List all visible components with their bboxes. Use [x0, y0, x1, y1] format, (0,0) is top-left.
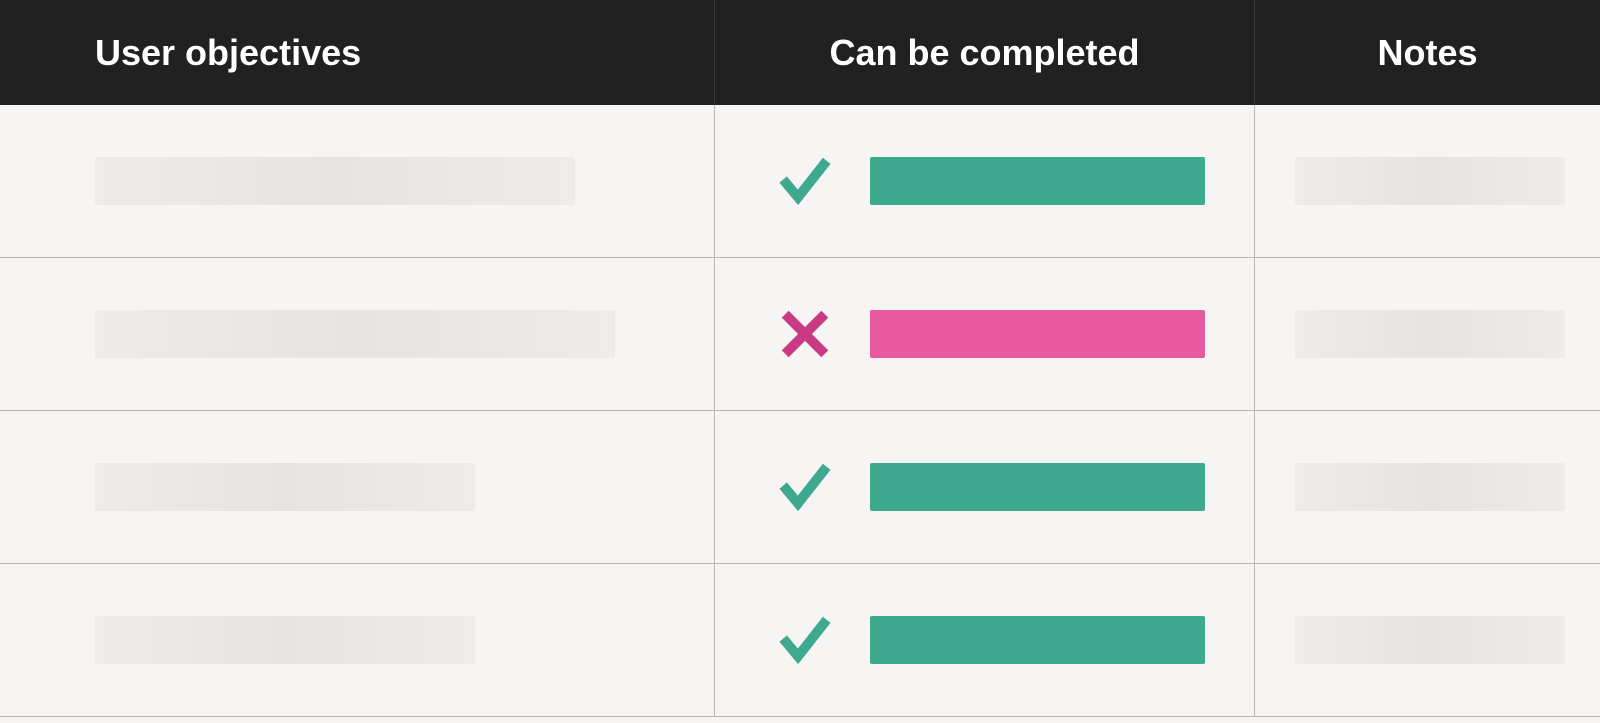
- table-cell-status: [715, 105, 1255, 258]
- table-cell-objective: [0, 411, 715, 564]
- placeholder-block: [95, 310, 615, 358]
- header-label: Can be completed: [829, 32, 1139, 74]
- table-cell-notes: [1255, 258, 1600, 411]
- placeholder-block: [95, 157, 575, 205]
- table-cell-status: [715, 258, 1255, 411]
- column-header-notes: Notes: [1255, 0, 1600, 105]
- table-cell-notes: [1255, 564, 1600, 717]
- placeholder-block: [95, 463, 475, 511]
- table-cell-status: [715, 564, 1255, 717]
- header-label: Notes: [1377, 32, 1477, 74]
- status-bar-pass: [870, 616, 1205, 664]
- placeholder-block: [95, 616, 475, 664]
- placeholder-block: [1295, 157, 1565, 205]
- table-cell-objective: [0, 258, 715, 411]
- column-header-completed: Can be completed: [715, 0, 1255, 105]
- table-cell-objective: [0, 564, 715, 717]
- cross-icon: [775, 304, 835, 364]
- table-cell-notes: [1255, 411, 1600, 564]
- status-bar-fail: [870, 310, 1205, 358]
- objectives-table: User objectives Can be completed Notes: [0, 0, 1600, 717]
- placeholder-block: [1295, 463, 1565, 511]
- check-icon: [775, 610, 835, 670]
- table-cell-status: [715, 411, 1255, 564]
- placeholder-block: [1295, 616, 1565, 664]
- table-cell-notes: [1255, 105, 1600, 258]
- check-icon: [775, 457, 835, 517]
- header-label: User objectives: [95, 32, 361, 74]
- status-bar-pass: [870, 157, 1205, 205]
- placeholder-block: [1295, 310, 1565, 358]
- table-cell-objective: [0, 105, 715, 258]
- column-header-objectives: User objectives: [0, 0, 715, 105]
- check-icon: [775, 151, 835, 211]
- status-bar-pass: [870, 463, 1205, 511]
